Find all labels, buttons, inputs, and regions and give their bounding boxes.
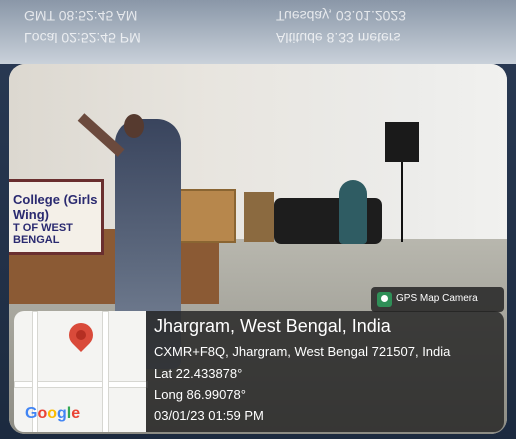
address-line: CXMR+F8Q, Jhargram, West Bengal 721507, … [154,344,451,359]
date-stamp: Tuesday, 03.01.2023 [276,8,406,24]
local-time: Local 02:52:45 PM [24,30,141,46]
map-thumbnail: Google [14,311,148,432]
screen-frame: GMT 08:52:45 AM Local 02:52:45 PM Tuesda… [0,0,516,439]
google-logo: Google [25,405,81,422]
speaker-stand [401,162,403,242]
banner-line-1: College (Girls Wing) [13,192,98,222]
location-title: Jhargram, West Bengal, India [154,316,391,336]
gps-map-camera-badge: GPS Map Camera [371,287,504,312]
map-road [102,311,109,432]
wooden-chair [244,192,274,242]
speaker [385,122,419,162]
dancer-head [124,114,144,138]
altitude-stamp: Altitude 8.33 meters [276,30,401,46]
longitude-line: Long 86.99078° [154,387,246,402]
gps-map-camera-icon [377,292,392,307]
gmt-time: GMT 08:52:45 AM [24,8,138,24]
badge-label: GPS Map Camera [396,293,478,304]
banner-line-2: T OF WEST BENGAL [13,222,73,246]
seated-person [339,180,367,244]
college-banner: College (Girls Wing) T OF WEST BENGAL [9,179,104,255]
mirrored-header: GMT 08:52:45 AM Local 02:52:45 PM Tuesda… [0,0,516,64]
datetime-line: 03/01/23 01:59 PM [154,408,264,423]
latitude-line: Lat 22.433878° [154,366,243,381]
location-info-panel: Jhargram, West Bengal, India CXMR+F8Q, J… [146,311,504,432]
location-overlay: Google Jhargram, West Bengal, India CXMR… [14,311,504,432]
map-pin-center [76,330,86,340]
